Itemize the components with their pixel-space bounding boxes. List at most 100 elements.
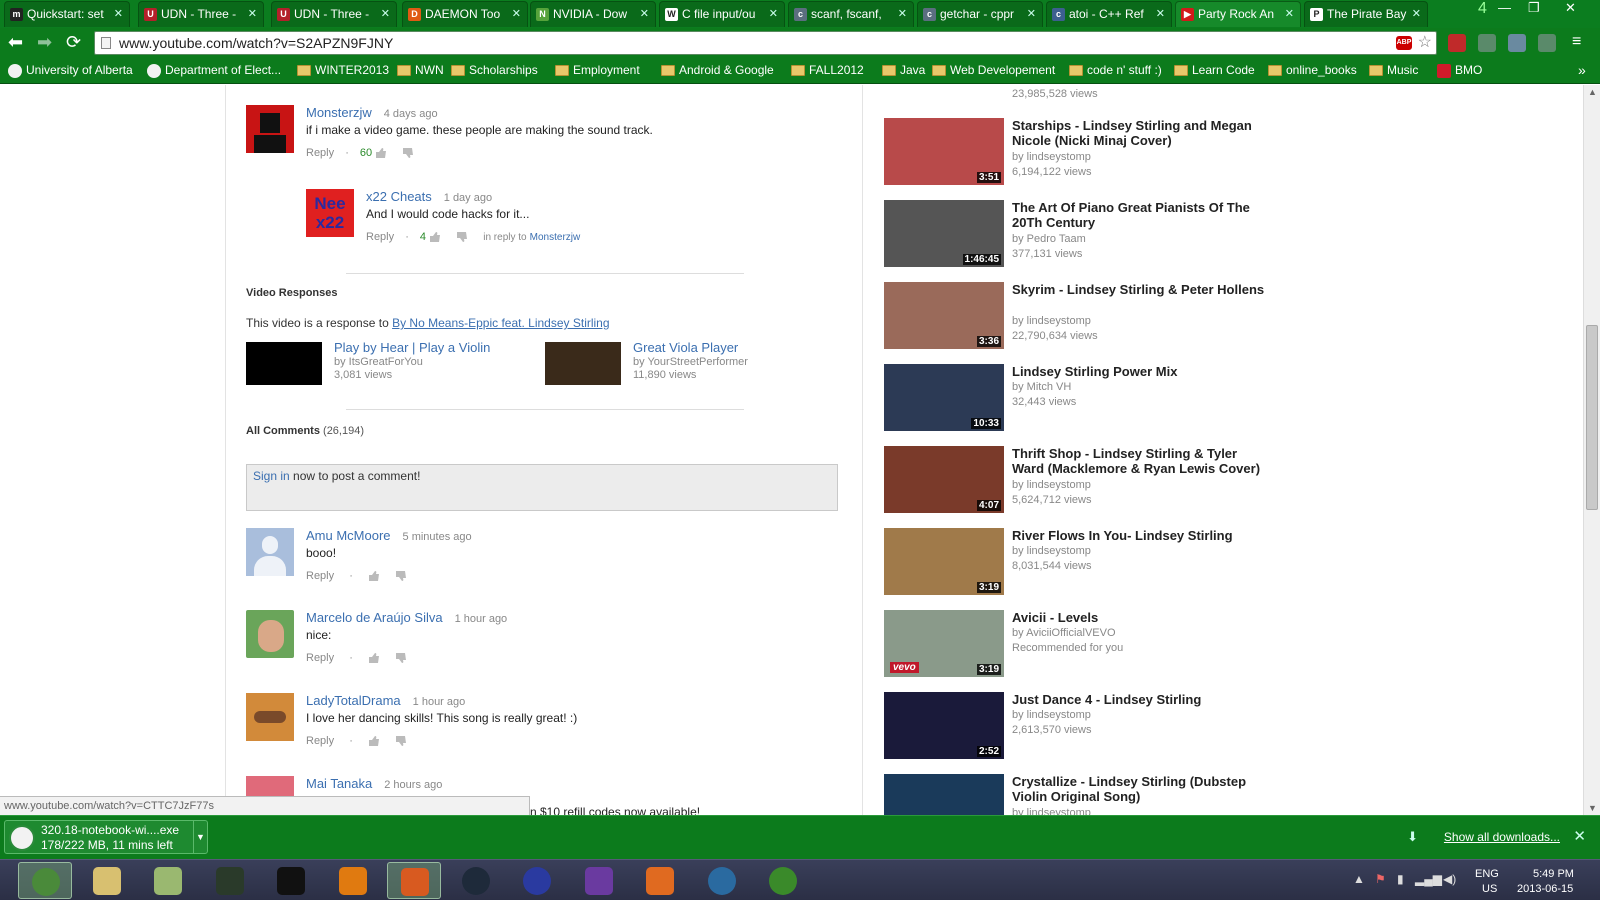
- tab-close-icon[interactable]: ✕: [381, 2, 390, 26]
- minimize-button[interactable]: —: [1498, 0, 1511, 15]
- browser-tab[interactable]: c scanf, fscanf, ✕: [788, 1, 914, 27]
- bookmark-folder[interactable]: code n' stuff :): [1069, 62, 1162, 79]
- related-video[interactable]: 3:36 Skyrim - Lindsey Stirling & Peter Ho…: [884, 282, 1274, 352]
- video-title[interactable]: River Flows In You- Lindsey Stirling: [1012, 528, 1272, 543]
- related-video[interactable]: 3:19 River Flows In You- Lindsey Stirling…: [884, 528, 1274, 598]
- thumbs-up-icon[interactable]: [368, 570, 380, 582]
- camera-extension-icon[interactable]: [1508, 34, 1526, 52]
- taskbar-app-ubuntu-button[interactable]: [633, 862, 687, 899]
- thumbs-down-icon[interactable]: [402, 147, 414, 159]
- browser-tab[interactable]: ▶ Party Rock An ✕: [1175, 1, 1301, 27]
- tab-close-icon[interactable]: ✕: [1027, 2, 1036, 26]
- video-thumbnail[interactable]: 1:46:45: [884, 200, 1004, 267]
- tab-close-icon[interactable]: ✕: [769, 2, 778, 26]
- network-icon[interactable]: ▂▄▆: [1415, 872, 1442, 886]
- video-title[interactable]: Thrift Shop - Lindsey Stirling & Tyler W…: [1012, 446, 1272, 476]
- taskbar-daemon-tools-button[interactable]: [510, 862, 564, 899]
- scrollbar-thumb[interactable]: [1586, 325, 1598, 510]
- reply-button[interactable]: Reply: [306, 735, 334, 747]
- video-thumbnail[interactable]: 2:52: [884, 692, 1004, 759]
- address-bar[interactable]: www.youtube.com/watch?v=S2APZN9FJNY ABP …: [94, 31, 1437, 55]
- browser-tab[interactable]: D DAEMON Too ✕: [402, 1, 528, 27]
- comment-author[interactable]: Mai Tanaka: [306, 776, 372, 791]
- video-title[interactable]: Great Viola Player: [633, 340, 738, 355]
- close-window-button[interactable]: ✕: [1565, 0, 1576, 16]
- taskbar-terminal-button[interactable]: [264, 862, 318, 899]
- forward-button[interactable]: ➡: [37, 32, 52, 52]
- reload-button[interactable]: ⟳: [66, 32, 81, 52]
- video-thumbnail[interactable]: 4:07: [884, 446, 1004, 513]
- browser-tab[interactable]: U UDN - Three - ✕: [271, 1, 397, 27]
- bookmark-folder[interactable]: Scholarships: [451, 62, 538, 79]
- taskbar-app-blue-disc-button[interactable]: [695, 862, 749, 899]
- taskbar-notepad-button[interactable]: [141, 862, 195, 899]
- bookmark-folder[interactable]: NWN: [397, 62, 444, 79]
- reply-button[interactable]: Reply: [306, 570, 334, 582]
- video-title[interactable]: Lindsey Stirling Power Mix: [1012, 364, 1272, 379]
- bookmark-folder[interactable]: Learn Code: [1174, 62, 1255, 79]
- video-thumbnail[interactable]: vevo 3:19: [884, 610, 1004, 677]
- tab-close-icon[interactable]: ✕: [512, 2, 521, 26]
- taskbar-utorrent-button[interactable]: [756, 862, 810, 899]
- thumbs-up-icon[interactable]: [368, 735, 380, 747]
- related-video[interactable]: Crystallize - Lindsey Stirling (Dubstep …: [884, 774, 1274, 815]
- chevron-down-icon[interactable]: ▼: [193, 821, 207, 853]
- video-thumbnail[interactable]: 3:36: [884, 282, 1004, 349]
- video-thumbnail[interactable]: 3:19: [884, 528, 1004, 595]
- tab-close-icon[interactable]: ✕: [1412, 2, 1421, 26]
- thumbs-down-icon[interactable]: [395, 652, 407, 664]
- comment-author[interactable]: Monsterzjw: [306, 105, 372, 120]
- taskbar-explorer-button[interactable]: [80, 862, 134, 899]
- tab-close-icon[interactable]: ✕: [248, 2, 257, 26]
- battery-icon[interactable]: ▮: [1397, 872, 1404, 886]
- browser-tab[interactable]: c getchar - cppr ✕: [917, 1, 1043, 27]
- taskbar-chrome-button[interactable]: [18, 862, 72, 899]
- video-title[interactable]: Just Dance 4 - Lindsey Stirling: [1012, 692, 1272, 707]
- scroll-up-icon[interactable]: ▲: [1588, 87, 1597, 97]
- download-item[interactable]: 320.18-notebook-wi....exe 178/222 MB, 11…: [4, 820, 208, 854]
- video-thumbnail[interactable]: [884, 774, 1004, 815]
- comment-post-box[interactable]: Sign in now to post a comment!: [246, 464, 838, 511]
- bookmark-link[interactable]: University of Alberta: [8, 62, 133, 79]
- related-video[interactable]: 4:07 Thrift Shop - Lindsey Stirling & Tyl…: [884, 446, 1274, 516]
- taskbar-app-orange-button[interactable]: [387, 862, 441, 899]
- thumbs-down-icon[interactable]: [395, 570, 407, 582]
- comment-author[interactable]: Amu McMoore: [306, 528, 391, 543]
- bookmark-folder[interactable]: FALL2012: [791, 62, 864, 79]
- taskbar-vlc-button[interactable]: [326, 862, 380, 899]
- video-thumbnail[interactable]: 3:51: [884, 118, 1004, 185]
- bookmark-folder[interactable]: Employment: [555, 62, 640, 79]
- comment-author[interactable]: Marcelo de Araújo Silva: [306, 610, 443, 625]
- taskbar-cmd-monitor-button[interactable]: [203, 862, 257, 899]
- bookmark-folder[interactable]: Music: [1369, 62, 1418, 79]
- thumbs-down-icon[interactable]: [456, 231, 468, 243]
- reply-button[interactable]: Reply: [366, 231, 394, 243]
- related-video[interactable]: 3:5523,985,528 views: [884, 85, 1274, 100]
- bookmark-star-icon[interactable]: ☆: [1418, 32, 1432, 54]
- scroll-down-icon[interactable]: ▼: [1588, 803, 1597, 813]
- menu-icon[interactable]: ≡: [1572, 32, 1581, 52]
- browser-tab[interactable]: P The Pirate Bay ✕: [1304, 1, 1428, 27]
- in-reply-to-link[interactable]: Monsterzjw: [530, 232, 581, 243]
- video-thumbnail[interactable]: [246, 342, 322, 385]
- tab-close-icon[interactable]: ✕: [1285, 2, 1294, 26]
- browser-tab[interactable]: N NVIDIA - Dow ✕: [530, 1, 656, 27]
- taskbar-visual-studio-button[interactable]: [572, 862, 626, 899]
- bookmark-link[interactable]: Department of Elect...: [147, 62, 281, 79]
- video-title[interactable]: Starships - Lindsey Stirling and Megan N…: [1012, 118, 1272, 148]
- browser-tab[interactable]: c atoi - C++ Ref ✕: [1046, 1, 1172, 27]
- video-thumbnail[interactable]: [545, 342, 621, 385]
- show-all-downloads-link[interactable]: Show all downloads...: [1444, 830, 1560, 844]
- tab-close-icon[interactable]: ✕: [1156, 2, 1165, 26]
- sign-in-link[interactable]: Sign in: [253, 469, 290, 483]
- language-indicator[interactable]: ENG: [1475, 868, 1499, 880]
- video-title[interactable]: Avicii - Levels: [1012, 610, 1272, 625]
- bookmark-folder[interactable]: Java: [882, 62, 925, 79]
- taskbar-steam-button[interactable]: [449, 862, 503, 899]
- reply-button[interactable]: Reply: [306, 147, 334, 159]
- bookmark-folder[interactable]: Web Developement: [932, 62, 1055, 79]
- flag-icon[interactable]: ⚑: [1375, 872, 1386, 886]
- more-bookmarks-button[interactable]: »: [1578, 60, 1586, 80]
- bookmark-folder[interactable]: WINTER2013: [297, 62, 389, 79]
- close-icon[interactable]: ✕: [1573, 827, 1586, 845]
